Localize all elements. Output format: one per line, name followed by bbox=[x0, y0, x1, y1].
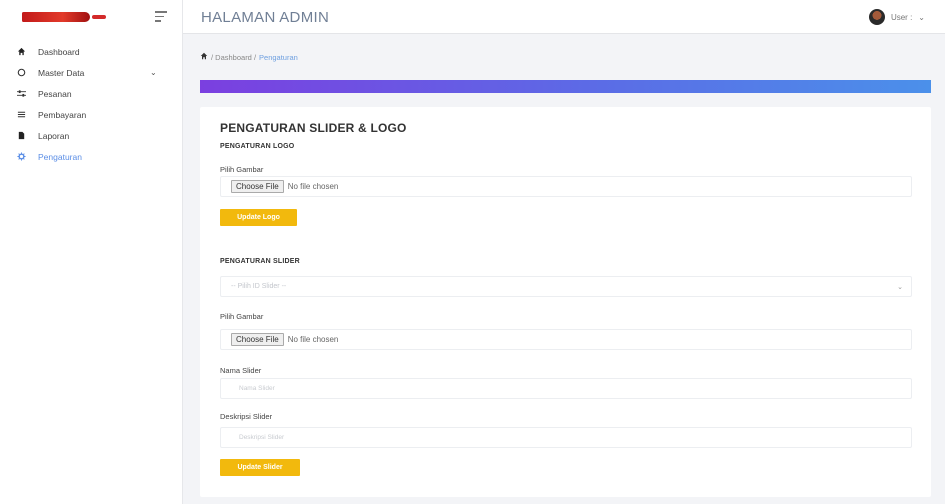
breadcrumb: / Dashboard / Pengaturan bbox=[200, 52, 298, 62]
avatar bbox=[868, 9, 885, 25]
chevron-down-icon: ⌄ bbox=[918, 12, 925, 22]
slider-desc-input[interactable]: Deskripsi Slider bbox=[220, 427, 912, 448]
gear-icon bbox=[17, 152, 26, 161]
gradient-banner bbox=[200, 80, 931, 93]
user-menu[interactable]: User : ⌄ bbox=[868, 9, 925, 25]
choose-file-button[interactable]: Choose File bbox=[231, 333, 284, 346]
file-status: No file chosen bbox=[287, 335, 339, 344]
file-icon bbox=[17, 131, 26, 140]
chevron-down-icon: ⌄ bbox=[897, 283, 903, 291]
brand[interactable] bbox=[0, 0, 182, 34]
sidebar-item-label: Pembayaran bbox=[38, 109, 87, 120]
slider-section-title: PENGATURAN SLIDER bbox=[220, 258, 300, 265]
sidebar-item-label: Dashboard bbox=[38, 46, 80, 57]
sliders-icon bbox=[17, 89, 26, 98]
file-status: No file chosen bbox=[287, 182, 339, 191]
settings-card: PENGATURAN SLIDER & LOGO PENGATURAN LOGO… bbox=[200, 107, 931, 497]
select-placeholder: -- Pilih ID Slider -- bbox=[231, 283, 287, 290]
sidebar-item-label: Pengaturan bbox=[38, 151, 82, 162]
update-logo-button[interactable]: Update Logo bbox=[220, 209, 297, 226]
sidebar-nav: Dashboard Master Data ⌄ Pesanan Pembayar… bbox=[0, 41, 182, 167]
home-icon[interactable] bbox=[200, 52, 208, 62]
chevron-down-icon: ⌄ bbox=[150, 68, 157, 77]
home-icon bbox=[17, 47, 26, 56]
sidebar-item-pembayaran[interactable]: Pembayaran bbox=[0, 104, 182, 125]
top-header: HALAMAN ADMIN User : ⌄ bbox=[183, 0, 945, 34]
sidebar-item-master-data[interactable]: Master Data ⌄ bbox=[0, 62, 182, 83]
brand-logo-tail bbox=[92, 15, 106, 19]
slider-file-input[interactable]: Choose File No file chosen bbox=[220, 329, 912, 350]
slider-image-label: Pilih Gambar bbox=[220, 312, 264, 321]
breadcrumb-current: Pengaturan bbox=[259, 52, 298, 62]
user-label: User : bbox=[890, 12, 913, 22]
list-icon bbox=[17, 110, 26, 119]
slider-name-input[interactable]: Nama Slider bbox=[220, 378, 912, 399]
sidebar-item-label: Pesanan bbox=[38, 88, 72, 99]
slider-desc-label: Deskripsi Slider bbox=[220, 412, 273, 421]
slider-name-label: Nama Slider bbox=[220, 366, 262, 375]
sidebar-item-pesanan[interactable]: Pesanan bbox=[0, 83, 182, 104]
sidebar-item-label: Master Data bbox=[38, 67, 85, 78]
slider-id-select[interactable]: -- Pilih ID Slider -- ⌄ bbox=[220, 276, 912, 297]
menu-toggle-icon[interactable] bbox=[155, 11, 167, 25]
logo-image-label: Pilih Gambar bbox=[220, 165, 264, 174]
card-title: PENGATURAN SLIDER & LOGO bbox=[220, 121, 407, 135]
breadcrumb-path[interactable]: / Dashboard / bbox=[211, 53, 256, 62]
sidebar: Dashboard Master Data ⌄ Pesanan Pembayar… bbox=[0, 0, 183, 504]
page-title: HALAMAN ADMIN bbox=[201, 9, 330, 26]
choose-file-button[interactable]: Choose File bbox=[231, 180, 284, 193]
update-slider-button[interactable]: Update Slider bbox=[220, 459, 300, 476]
sidebar-item-label: Laporan bbox=[38, 130, 70, 141]
logo-section-title: PENGATURAN LOGO bbox=[220, 143, 295, 150]
sidebar-item-laporan[interactable]: Laporan bbox=[0, 125, 182, 146]
sidebar-item-pengaturan[interactable]: Pengaturan bbox=[0, 146, 182, 167]
brand-logo bbox=[22, 12, 90, 22]
circle-icon bbox=[17, 68, 26, 77]
sidebar-item-dashboard[interactable]: Dashboard bbox=[0, 41, 182, 62]
logo-file-input[interactable]: Choose File No file chosen bbox=[220, 176, 912, 197]
